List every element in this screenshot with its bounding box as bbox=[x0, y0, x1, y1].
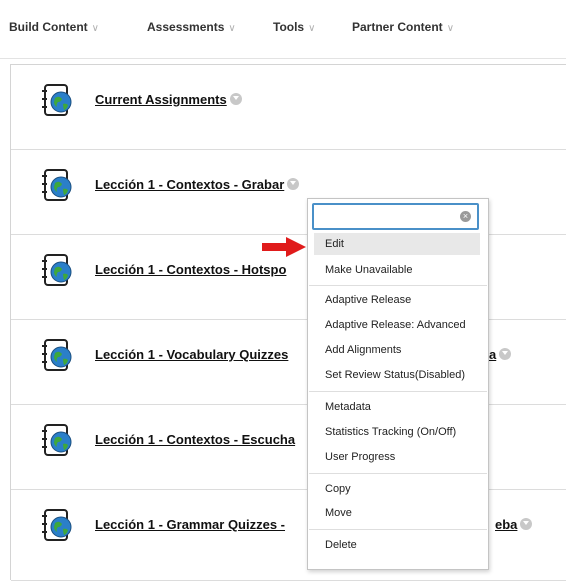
toolbar-assessments[interactable]: Assessments ∨ bbox=[147, 20, 236, 34]
toolbar-build-content[interactable]: Build Content ∨ bbox=[9, 20, 99, 34]
red-arrow-annotation bbox=[262, 237, 306, 257]
options-chevron-icon[interactable] bbox=[499, 348, 512, 360]
content-item-title[interactable]: Lección 1 - Contextos - Escucha bbox=[95, 432, 295, 447]
menu-item-statistics-tracking[interactable]: Statistics Tracking (On/Off) bbox=[314, 421, 480, 443]
assignment-globe-icon bbox=[42, 509, 72, 541]
options-chevron-icon[interactable] bbox=[287, 178, 300, 190]
menu-item-make-unavailable[interactable]: Make Unavailable bbox=[314, 259, 480, 281]
menu-divider bbox=[309, 391, 487, 392]
menu-search-field[interactable]: × bbox=[312, 203, 479, 230]
content-item-title[interactable]: Lección 1 - Contextos - Hotspo bbox=[95, 262, 286, 277]
context-menu: × Edit Make Unavailable Adaptive Release… bbox=[307, 198, 489, 570]
toolbar-tools[interactable]: Tools ∨ bbox=[273, 20, 315, 34]
menu-item-copy[interactable]: Copy bbox=[314, 478, 480, 500]
menu-item-adaptive-release[interactable]: Adaptive Release bbox=[314, 289, 480, 311]
menu-divider bbox=[309, 529, 487, 530]
toolbar-partner-content[interactable]: Partner Content ∨ bbox=[352, 20, 454, 34]
menu-item-add-alignments[interactable]: Add Alignments bbox=[314, 339, 480, 361]
menu-item-edit[interactable]: Edit bbox=[314, 233, 480, 255]
assignment-globe-icon bbox=[42, 424, 72, 456]
chevron-down-icon: ∨ bbox=[446, 23, 455, 34]
menu-item-set-review-status[interactable]: Set Review Status(Disabled) bbox=[314, 364, 480, 386]
menu-search-input[interactable] bbox=[318, 208, 462, 228]
content-item-title-tail[interactable]: a bbox=[489, 347, 512, 362]
toolbar-item-label: Partner Content bbox=[352, 20, 443, 34]
assignment-globe-icon bbox=[42, 84, 72, 116]
menu-divider bbox=[309, 473, 487, 474]
content-item-title[interactable]: Lección 1 - Grammar Quizzes - bbox=[95, 517, 285, 532]
chevron-down-icon: ∨ bbox=[228, 23, 236, 34]
menu-divider bbox=[309, 285, 487, 286]
menu-item-delete[interactable]: Delete bbox=[314, 534, 480, 556]
toolbar-item-label: Build Content bbox=[9, 20, 88, 34]
menu-item-adaptive-release-advanced[interactable]: Adaptive Release: Advanced bbox=[314, 314, 480, 336]
menu-item-metadata[interactable]: Metadata bbox=[314, 396, 480, 418]
content-item-title-tail[interactable]: eba bbox=[495, 517, 533, 532]
assignment-globe-icon bbox=[42, 339, 72, 371]
chevron-down-icon: ∨ bbox=[308, 23, 316, 34]
toolbar-item-label: Tools bbox=[273, 20, 305, 34]
menu-item-move[interactable]: Move bbox=[314, 502, 480, 524]
menu-item-user-progress[interactable]: User Progress bbox=[314, 446, 480, 468]
options-chevron-icon[interactable] bbox=[229, 93, 242, 105]
clear-search-icon[interactable]: × bbox=[460, 211, 471, 222]
content-item-title[interactable]: Current Assignments bbox=[95, 92, 242, 107]
content-toolbar: Build Content ∨ Assessments ∨ Tools ∨ Partn… bbox=[0, 0, 566, 59]
assignment-globe-icon bbox=[42, 254, 72, 286]
chevron-down-icon: ∨ bbox=[91, 23, 99, 34]
content-item-title[interactable]: Lección 1 - Vocabulary Quizzes bbox=[95, 347, 288, 362]
content-item: Current Assignments bbox=[11, 65, 566, 150]
assignment-globe-icon bbox=[42, 169, 72, 201]
content-item-title[interactable]: Lección 1 - Contextos - Grabar bbox=[95, 177, 300, 192]
options-chevron-icon[interactable] bbox=[520, 518, 533, 530]
toolbar-item-label: Assessments bbox=[147, 20, 225, 34]
